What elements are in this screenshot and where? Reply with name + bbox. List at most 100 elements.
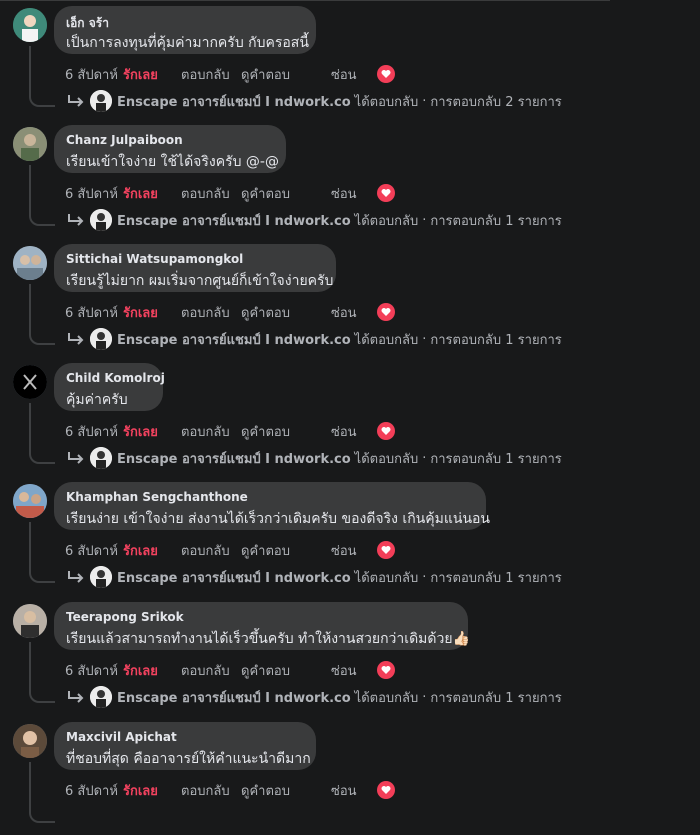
reply-verb: ได้ตอบกลับ <box>354 332 419 348</box>
heart-icon[interactable] <box>377 184 395 202</box>
see-replies-button[interactable]: ดูคำตอบ <box>241 780 331 801</box>
like-button[interactable]: รักเลย <box>123 183 181 204</box>
comment-actions: 6 สัปดาห์ รักเลย ตอบกลับ ดูคำตอบ ซ่อน <box>65 779 395 801</box>
comment-author[interactable]: Chanz Julpaiboon <box>66 133 183 147</box>
hide-button[interactable]: ซ่อน <box>331 660 377 681</box>
like-button[interactable]: รักเลย <box>123 540 181 561</box>
reply-button[interactable]: ตอบกลับ <box>181 780 241 801</box>
timestamp-link[interactable]: 6 สัปดาห์ <box>65 302 123 323</box>
reply-arrow-icon <box>68 571 84 583</box>
view-replies-link[interactable]: Enscape อาจารย์แชมป์ I ndwork.co ได้ตอบก… <box>66 205 562 235</box>
hide-button[interactable]: ซ่อน <box>331 64 377 85</box>
comment-actions: 6 สัปดาห์ รักเลย ตอบกลับ ดูคำตอบ ซ่อน <box>65 659 395 681</box>
comment-actions: 6 สัปดาห์ รักเลย ตอบกลับ ดูคำตอบ ซ่อน <box>65 539 395 561</box>
reply-button[interactable]: ตอบกลับ <box>181 660 241 681</box>
avatar[interactable] <box>13 127 47 161</box>
comment-bubble: Maxcivil Apichat ที่ชอบที่สุด คืออาจารย์… <box>54 722 316 770</box>
like-button[interactable]: รักเลย <box>123 421 181 442</box>
view-replies-link[interactable]: Enscape อาจารย์แชมป์ I ndwork.co ได้ตอบก… <box>66 324 562 354</box>
thread-connector <box>29 522 55 583</box>
hide-button[interactable]: ซ่อน <box>331 302 377 323</box>
avatar[interactable] <box>13 8 47 42</box>
reply-verb: ได้ตอบกลับ <box>354 690 419 706</box>
comment-author[interactable]: เอ็ก จร้า <box>66 14 109 33</box>
reply-button[interactable]: ตอบกลับ <box>181 540 241 561</box>
reply-button[interactable]: ตอบกลับ <box>181 183 241 204</box>
see-replies-button[interactable]: ดูคำตอบ <box>241 660 331 681</box>
comment-actions: 6 สัปดาห์ รักเลย ตอบกลับ ดูคำตอบ ซ่อน <box>65 420 395 442</box>
like-button[interactable]: รักเลย <box>123 660 181 681</box>
see-replies-button[interactable]: ดูคำตอบ <box>241 540 331 561</box>
like-button[interactable]: รักเลย <box>123 302 181 323</box>
heart-icon[interactable] <box>377 65 395 83</box>
like-button[interactable]: รักเลย <box>123 64 181 85</box>
reply-verb: ได้ตอบกลับ <box>354 570 419 586</box>
avatar[interactable] <box>13 365 47 399</box>
timestamp-link[interactable]: 6 สัปดาห์ <box>65 780 123 801</box>
see-replies-button[interactable]: ดูคำตอบ <box>241 183 331 204</box>
avatar-image <box>13 724 47 758</box>
thread-connector <box>29 165 55 226</box>
reply-author[interactable]: Enscape อาจารย์แชมป์ I ndwork.co <box>117 448 351 469</box>
reply-author[interactable]: Enscape อาจารย์แชมป์ I ndwork.co <box>117 687 351 708</box>
avatar[interactable] <box>13 604 47 638</box>
reply-arrow-icon <box>68 95 84 107</box>
view-replies-link[interactable]: Enscape อาจารย์แชมป์ I ndwork.co ได้ตอบก… <box>66 443 562 473</box>
reply-separator: · <box>422 689 427 705</box>
reply-author[interactable]: Enscape อาจารย์แชมป์ I ndwork.co <box>117 91 351 112</box>
reply-arrow-icon <box>68 214 84 226</box>
view-replies-link[interactable]: Enscape อาจารย์แชมป์ I ndwork.co ได้ตอบก… <box>66 86 562 116</box>
thread-connector <box>29 403 55 464</box>
page-avatar <box>90 447 112 469</box>
heart-icon[interactable] <box>377 541 395 559</box>
avatar-image <box>13 604 47 638</box>
view-replies-link[interactable]: Enscape อาจารย์แชมป์ I ndwork.co ได้ตอบก… <box>66 562 562 592</box>
hide-button[interactable]: ซ่อน <box>331 183 377 204</box>
avatar-image <box>13 127 47 161</box>
comment-item: Child Komolroj คุ้มค่าครับ 6 สัปดาห์ รัก… <box>0 357 700 476</box>
heart-icon[interactable] <box>377 303 395 321</box>
avatar[interactable] <box>13 484 47 518</box>
reply-count: การตอบกลับ 1 รายการ <box>430 570 562 586</box>
timestamp-link[interactable]: 6 สัปดาห์ <box>65 540 123 561</box>
avatar[interactable] <box>13 246 47 280</box>
comment-author[interactable]: Child Komolroj <box>66 371 165 385</box>
timestamp-link[interactable]: 6 สัปดาห์ <box>65 183 123 204</box>
comment-author[interactable]: Sittichai Watsupamongkol <box>66 252 243 266</box>
hide-button[interactable]: ซ่อน <box>331 540 377 561</box>
page-avatar <box>90 686 112 708</box>
hide-button[interactable]: ซ่อน <box>331 421 377 442</box>
thread-connector <box>29 642 55 703</box>
see-replies-button[interactable]: ดูคำตอบ <box>241 64 331 85</box>
comment-item: Maxcivil Apichat ที่ชอบที่สุด คืออาจารย์… <box>0 716 700 835</box>
comment-author[interactable]: Maxcivil Apichat <box>66 730 177 744</box>
reply-separator: · <box>422 93 427 109</box>
heart-icon[interactable] <box>377 781 395 799</box>
timestamp-link[interactable]: 6 สัปดาห์ <box>65 64 123 85</box>
see-replies-button[interactable]: ดูคำตอบ <box>241 421 331 442</box>
see-replies-button[interactable]: ดูคำตอบ <box>241 302 331 323</box>
reply-verb: ได้ตอบกลับ <box>354 94 419 110</box>
timestamp-link[interactable]: 6 สัปดาห์ <box>65 421 123 442</box>
comment-author[interactable]: Teerapong Srikok <box>66 610 184 624</box>
heart-icon[interactable] <box>377 661 395 679</box>
like-button[interactable]: รักเลย <box>123 780 181 801</box>
view-replies-link[interactable]: Enscape อาจารย์แชมป์ I ndwork.co ได้ตอบก… <box>66 682 562 712</box>
reply-author[interactable]: Enscape อาจารย์แชมป์ I ndwork.co <box>117 567 351 588</box>
comment-text: เรียนเข้าใจง่าย ใช้ได้จริงครับ @-@ <box>66 154 279 170</box>
avatar-image <box>13 246 47 280</box>
heart-icon[interactable] <box>377 422 395 440</box>
reply-button[interactable]: ตอบกลับ <box>181 302 241 323</box>
reply-button[interactable]: ตอบกลับ <box>181 64 241 85</box>
comment-author[interactable]: Khamphan Sengchanthone <box>66 490 248 504</box>
comment-item: Khamphan Sengchanthone เรียนง่าย เข้าใจง… <box>0 476 700 595</box>
timestamp-link[interactable]: 6 สัปดาห์ <box>65 660 123 681</box>
hide-button[interactable]: ซ่อน <box>331 780 377 801</box>
thread-connector <box>29 284 55 345</box>
reply-separator: · <box>422 212 427 228</box>
reply-author[interactable]: Enscape อาจารย์แชมป์ I ndwork.co <box>117 329 351 350</box>
reply-author[interactable]: Enscape อาจารย์แชมป์ I ndwork.co <box>117 210 351 231</box>
reply-button[interactable]: ตอบกลับ <box>181 421 241 442</box>
page-avatar <box>90 328 112 350</box>
avatar[interactable] <box>13 724 47 758</box>
